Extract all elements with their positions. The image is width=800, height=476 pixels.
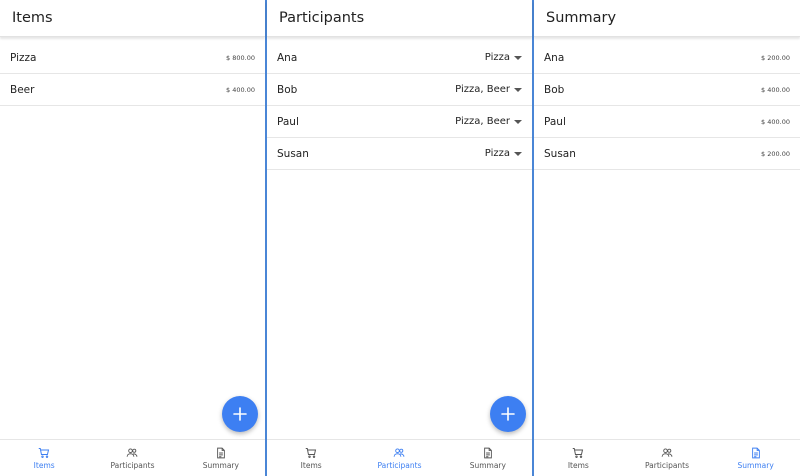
item-name: Pizza (10, 51, 37, 64)
document-icon (483, 447, 492, 458)
add-participant-button[interactable] (490, 396, 526, 432)
item-select-dropdown[interactable]: Pizza (485, 148, 522, 159)
participant-name: Bob (544, 83, 565, 96)
participant-name: Ana (277, 51, 298, 64)
item-amount: $ 800.00 (226, 53, 255, 62)
document-icon (751, 447, 760, 458)
bottom-tab-bar: Items Participants Summary (534, 439, 800, 476)
page-title: Participants (267, 0, 532, 37)
list-item[interactable]: Susan $ 200.00 (534, 138, 800, 170)
caret-down-icon (514, 56, 522, 60)
participant-name: Susan (544, 147, 576, 160)
tab-summary[interactable]: Summary (444, 440, 532, 476)
list-item[interactable]: Susan Pizza (267, 138, 532, 170)
plus-icon (501, 407, 515, 421)
list-item[interactable]: Ana Pizza (267, 42, 532, 74)
caret-down-icon (514, 152, 522, 156)
tab-label: Items (567, 460, 589, 470)
tab-summary[interactable]: Summary (711, 440, 800, 476)
plus-icon (233, 407, 247, 421)
selected-items: Pizza, Beer (455, 84, 510, 95)
tab-items[interactable]: Items (0, 440, 88, 476)
app-canvas: Items Pizza $ 800.00 Beer $ 400.00 Items… (0, 0, 800, 476)
page-title: Summary (534, 0, 800, 37)
tab-label: Participants (377, 460, 422, 470)
tab-items[interactable]: Items (534, 440, 623, 476)
add-item-button[interactable] (222, 396, 258, 432)
tab-summary[interactable]: Summary (177, 440, 265, 476)
participant-amount: $ 200.00 (761, 149, 790, 158)
summary-screen: Summary Ana $ 200.00 Bob $ 400.00 Paul $… (534, 0, 800, 476)
tab-participants[interactable]: Participants (623, 440, 712, 476)
selected-items: Pizza, Beer (455, 116, 510, 127)
people-icon (127, 447, 138, 457)
selected-items: Pizza (484, 148, 510, 159)
tab-participants[interactable]: Participants (88, 440, 176, 476)
participants-screen: Participants Ana Pizza Bob Pizza, Beer P… (267, 0, 532, 476)
document-icon (216, 447, 225, 458)
people-icon (394, 447, 405, 457)
bottom-tab-bar: Items Participants Summary (267, 439, 532, 476)
tab-label: Summary (202, 460, 239, 470)
cart-icon (573, 447, 584, 458)
items-screen: Items Pizza $ 800.00 Beer $ 400.00 Items… (0, 0, 265, 476)
participant-name: Paul (277, 115, 299, 128)
participant-amount: $ 400.00 (761, 85, 790, 94)
item-name: Beer (10, 83, 35, 96)
cart-icon (305, 447, 317, 458)
participant-name: Susan (277, 147, 309, 160)
selected-items: Pizza (484, 52, 510, 63)
tab-participants[interactable]: Participants (355, 440, 443, 476)
caret-down-icon (514, 120, 522, 124)
list-item[interactable]: Bob Pizza, Beer (267, 74, 532, 106)
list-item[interactable]: Pizza $ 800.00 (0, 42, 265, 74)
item-amount: $ 400.00 (226, 85, 255, 94)
bottom-tab-bar: Items Participants Summary (0, 439, 265, 476)
list-item[interactable]: Paul Pizza, Beer (267, 106, 532, 138)
people-icon (661, 447, 673, 457)
tab-items[interactable]: Items (267, 440, 355, 476)
participant-name: Bob (277, 83, 298, 96)
participant-name: Ana (544, 51, 565, 64)
list-item[interactable]: Beer $ 400.00 (0, 74, 265, 106)
item-select-dropdown[interactable]: Pizza, Beer (455, 84, 522, 95)
list-item[interactable]: Bob $ 400.00 (534, 74, 800, 106)
tab-label: Items (300, 460, 322, 470)
caret-down-icon (514, 88, 522, 92)
tab-label: Participants (110, 460, 155, 470)
tab-label: Items (33, 460, 55, 470)
cart-icon (38, 447, 50, 458)
item-select-dropdown[interactable]: Pizza, Beer (455, 116, 522, 127)
list-item[interactable]: Ana $ 200.00 (534, 42, 800, 74)
tab-label: Participants (644, 460, 690, 470)
list-item[interactable]: Paul $ 400.00 (534, 106, 800, 138)
participant-name: Paul (544, 115, 566, 128)
participant-amount: $ 200.00 (761, 53, 790, 62)
summary-list: Ana $ 200.00 Bob $ 400.00 Paul $ 400.00 … (534, 37, 800, 476)
tab-label: Summary (469, 460, 506, 470)
page-title: Items (0, 0, 265, 37)
item-select-dropdown[interactable]: Pizza (485, 52, 522, 63)
tab-label: Summary (737, 460, 774, 470)
participant-amount: $ 400.00 (761, 117, 790, 126)
